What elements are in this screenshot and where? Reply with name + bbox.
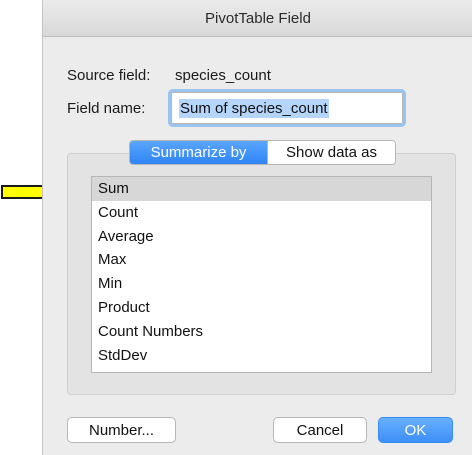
- number-format-button[interactable]: Number...: [67, 417, 176, 443]
- field-name-label: Field name:: [67, 100, 146, 117]
- list-item-count-numbers[interactable]: Count Numbers: [92, 320, 431, 344]
- list-item-max[interactable]: Max: [92, 248, 431, 272]
- tab-summarize-by[interactable]: Summarize by: [130, 141, 267, 164]
- field-name-value: Sum of species_count: [179, 98, 329, 118]
- field-name-input[interactable]: Sum of species_count: [171, 92, 403, 124]
- list-item-product[interactable]: Product: [92, 296, 431, 320]
- ok-button[interactable]: OK: [378, 417, 453, 443]
- tab-show-data-as[interactable]: Show data as: [267, 141, 395, 164]
- list-item-sum[interactable]: Sum: [92, 177, 431, 201]
- source-field-label: Source field:: [67, 67, 151, 84]
- summary-function-list[interactable]: Sum Count Average Max Min Product Count …: [91, 176, 432, 373]
- list-item-stddev[interactable]: StdDev: [92, 344, 431, 368]
- cancel-button[interactable]: Cancel: [273, 417, 367, 443]
- title-bar[interactable]: PivotTable Field: [43, 0, 472, 37]
- tab-control: Summarize by Show data as: [129, 140, 396, 165]
- list-item-average[interactable]: Average: [92, 225, 431, 249]
- pivottable-field-dialog: PivotTable Field Source field: species_c…: [42, 0, 472, 455]
- list-item-min[interactable]: Min: [92, 272, 431, 296]
- list-item-count[interactable]: Count: [92, 201, 431, 225]
- window-title: PivotTable Field: [205, 9, 311, 27]
- source-field-value: species_count: [175, 67, 271, 84]
